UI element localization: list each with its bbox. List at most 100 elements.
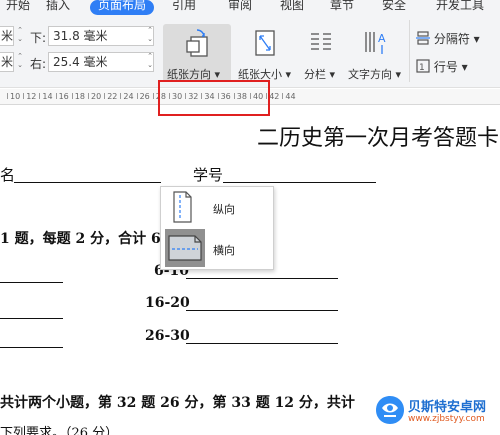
ribbon-toolbar: 米 ⌃ ⌄ 米 ⌃ ⌄ 下: 31.8 毫米 ⌃ ⌄ 右: 25.4 毫米 ⌃ ⌄ 纸张… (0, 16, 500, 88)
ribbon-divider (409, 20, 410, 82)
line-numbers-button[interactable]: 1 行号 ▾ (416, 58, 468, 75)
margin-right-row: 右: 25.4 毫米 ⌃ ⌄ (30, 52, 160, 72)
svg-text:1: 1 (419, 63, 425, 73)
dropdown-arrow-icon: ▾ (469, 32, 480, 46)
ruler-tick (7, 93, 8, 99)
dropdown-arrow-icon: ▾ (282, 68, 292, 81)
section-two-heading: 共计两个小题，第 32 题 26 分，第 33 题 12 分，共计 (0, 395, 355, 411)
spin-arrows-icon[interactable]: ⌃ ⌄ (16, 52, 24, 72)
separator-icon (416, 31, 430, 45)
answer-line (0, 347, 63, 348)
spin-arrows-icon[interactable]: ⌃ ⌄ (146, 52, 154, 72)
student-no-label: 学号 (193, 166, 224, 184)
ruler-number: 20 (91, 92, 102, 101)
margin-fragment-text: 米 (1, 29, 14, 43)
margin-left-fragment-input-2[interactable]: 米 (0, 52, 14, 72)
tab-security[interactable]: 安全 (382, 0, 406, 16)
columns-button[interactable]: 分栏 ▾ (298, 24, 342, 82)
tab-view[interactable]: 视图 (280, 0, 304, 16)
portrait-highlight-box (158, 80, 270, 116)
answer-line (186, 343, 338, 344)
tab-page-layout[interactable]: 页面布局 (90, 0, 155, 15)
ruler-tick (71, 93, 73, 99)
ruler-tick (39, 93, 41, 99)
orientation-dropdown-menu: 纵向 横向 (160, 186, 274, 270)
ruler-tick (104, 93, 106, 99)
columns-label: 分栏 (304, 68, 326, 81)
tab-developer[interactable]: 开发工具 (436, 0, 484, 16)
line-numbers-icon: 1 (416, 59, 430, 73)
ruler-number: 12 (26, 92, 37, 101)
watermark: 贝斯特安卓网 www.zjbstyy.com (370, 392, 500, 435)
margin-bottom-input[interactable]: 31.8 毫米 (48, 26, 154, 46)
ruler-tick (152, 93, 154, 99)
margin-right-value: 25.4 毫米 (53, 55, 108, 69)
dropdown-arrow-icon: ▾ (457, 60, 468, 74)
dropdown-arrow-icon: ▾ (392, 68, 402, 81)
ruler-number: 22 (107, 92, 118, 101)
answer-line (186, 310, 338, 311)
question-instruction-text: 下列要求。（26 分） (0, 426, 119, 435)
landscape-label: 横向 (213, 244, 235, 257)
paper-size-button[interactable]: 纸张大小 ▾ (236, 24, 296, 82)
brand-logo-icon (376, 396, 404, 424)
name-label: 名 (0, 166, 16, 184)
ruler-number: 18 (74, 92, 85, 101)
svg-text:A: A (378, 32, 386, 45)
spin-arrows-icon[interactable]: ⌃ ⌄ (16, 26, 24, 46)
margin-right-label: 右: (30, 57, 47, 71)
orientation-option-landscape[interactable]: 横向 (163, 229, 271, 267)
landscape-page-icon (168, 235, 202, 261)
answer-line (0, 282, 63, 283)
separator-label: 分隔符 (433, 32, 470, 46)
ruler-tick (88, 93, 89, 99)
margin-bottom-row: 下: 31.8 毫米 ⌃ ⌄ (30, 26, 160, 46)
ruler-number: 16 (58, 92, 69, 101)
watermark-url: www.zjbstyy.com (408, 414, 485, 424)
margin-fragment-text: 米 (1, 55, 14, 69)
ruler-tick (282, 93, 284, 99)
ruler-number: 14 (42, 92, 53, 101)
ribbon-tab-bar: 开始 插入 页面布局 引用 审阅 视图 章节 安全 开发工具 (0, 0, 500, 16)
margin-bottom-label: 下: (30, 31, 47, 45)
ruler-number: 26 (139, 92, 150, 101)
ruler-number: 42 (269, 92, 280, 101)
margin-right-input[interactable]: 25.4 毫米 (48, 52, 154, 72)
line-numbers-label: 行号 (433, 60, 458, 74)
student-no-underline (223, 182, 376, 183)
spin-arrows-icon[interactable]: ⌃ ⌄ (146, 26, 154, 46)
name-underline (14, 182, 161, 183)
text-direction-button[interactable]: A 文字方向 ▾ (346, 24, 406, 82)
ruler-tick (120, 93, 122, 99)
watermark-brand-name: 贝斯特安卓网 (408, 400, 487, 415)
portrait-page-icon (173, 191, 192, 223)
text-direction-icon: A (365, 32, 386, 54)
orientation-option-portrait[interactable]: 纵向 (163, 189, 271, 225)
ruler-number: 44 (285, 92, 296, 101)
answer-line (0, 318, 63, 319)
dropdown-arrow-icon: ▾ (326, 68, 336, 81)
document-page[interactable]: 二历史第一次月考答题卡 名 学号 1 题，每题 2 分，合计 62 分） 6-1… (0, 106, 500, 435)
margin-left-fragment-input[interactable]: 米 (0, 26, 14, 46)
document-title: 二历史第一次月考答题卡 (257, 126, 500, 151)
margin-bottom-value: 31.8 毫米 (53, 29, 108, 43)
text-direction-label: 文字方向 (348, 68, 392, 81)
tab-insert[interactable]: 插入 (46, 0, 70, 16)
tab-home[interactable]: 开始 (6, 0, 30, 16)
ruler-number: 10 (10, 92, 21, 101)
tab-references[interactable]: 引用 (172, 0, 196, 16)
tab-review[interactable]: 审阅 (228, 0, 252, 16)
ruler-tick (23, 93, 25, 99)
columns-icon (311, 33, 331, 50)
portrait-label: 纵向 (213, 203, 235, 216)
tab-sections[interactable]: 章节 (330, 0, 354, 16)
separator-button[interactable]: 分隔符 ▾ (416, 30, 480, 47)
ruler-tick (136, 93, 138, 99)
question-range-label: 26-30 (145, 328, 190, 344)
ruler-number: 24 (123, 92, 134, 101)
answer-line (186, 278, 338, 279)
question-range-label: 16-20 (145, 295, 190, 311)
orientation-icon (186, 29, 208, 57)
orientation-button[interactable]: 纸张方向 ▾ (163, 24, 231, 82)
paper-size-icon (255, 30, 275, 56)
